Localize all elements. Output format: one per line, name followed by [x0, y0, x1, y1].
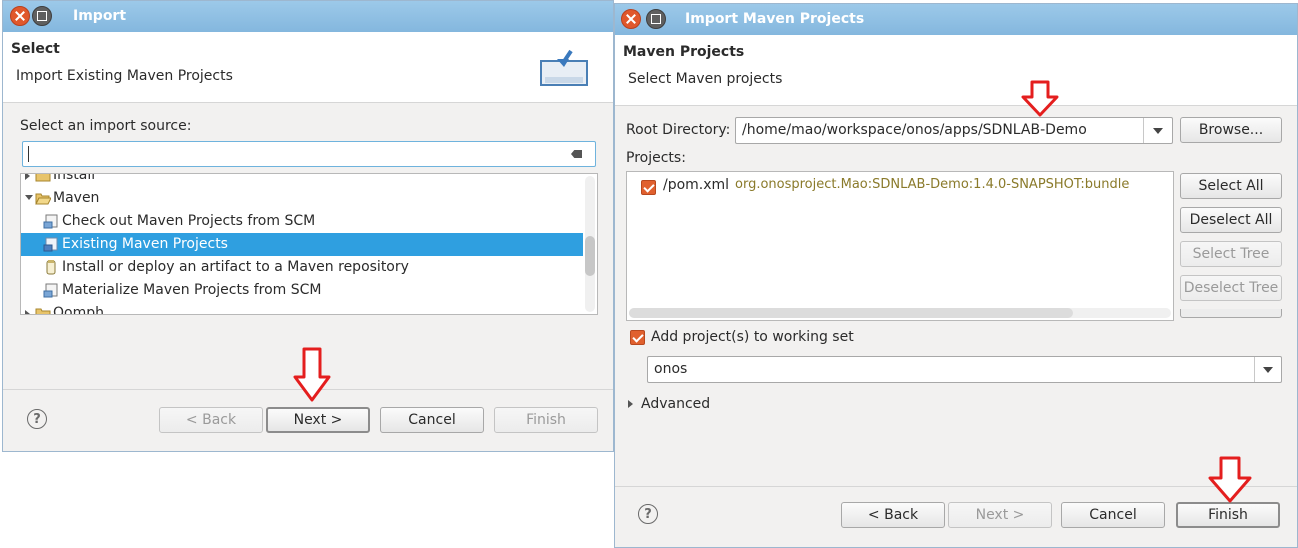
tree-item[interactable]: Check out Maven Projects from SCM [21, 210, 583, 233]
project-artifact: org.onosproject.Mao:SDNLAB-Demo:1.4.0-SN… [735, 177, 1130, 192]
next-button[interactable]: Next > [266, 407, 370, 433]
root-directory-label: Root Directory: [626, 122, 731, 138]
select-tree-button[interactable]: Select Tree [1180, 241, 1282, 267]
tree-item[interactable]: Maven [21, 187, 583, 210]
window-title: Import Maven Projects [685, 11, 865, 27]
root-directory-value: /home/mao/workspace/onos/apps/SDNLAB-Dem… [742, 122, 1087, 138]
maximize-icon[interactable] [646, 9, 666, 29]
collapsed-arrow-icon[interactable] [25, 310, 30, 314]
cancel-button[interactable]: Cancel [1061, 502, 1165, 528]
select-all-button[interactable]: Select All [1180, 173, 1282, 199]
header-heading: Select [11, 41, 60, 57]
advanced-label: Advanced [641, 396, 711, 412]
header-heading: Maven Projects [623, 44, 745, 60]
red-down-arrow-icon [1021, 80, 1059, 117]
back-button[interactable]: < Back [841, 502, 945, 528]
cancel-button[interactable]: Cancel [380, 407, 484, 433]
project-row[interactable]: /pom.xml org.onosproject.Mao:SDNLAB-Demo… [639, 177, 1173, 195]
working-set-value: onos [654, 361, 688, 377]
close-icon[interactable] [10, 6, 30, 26]
filter-input[interactable] [22, 141, 596, 167]
expanded-arrow-icon[interactable] [25, 195, 33, 200]
next-button[interactable]: Next > [948, 502, 1052, 528]
tree-scrollbar[interactable] [585, 176, 595, 312]
window-title: Import [73, 8, 127, 24]
help-icon[interactable]: ? [27, 409, 47, 429]
dialog-header: Maven Projects Select Maven projects [615, 35, 1297, 106]
deselect-tree-button[interactable]: Deselect Tree [1180, 275, 1282, 301]
collapsed-arrow-icon[interactable] [25, 174, 30, 180]
tree-item-label: Materialize Maven Projects from SCM [62, 282, 322, 298]
projects-list[interactable]: /pom.xml org.onosproject.Mao:SDNLAB-Demo… [626, 171, 1174, 321]
working-set-combo[interactable]: onos [647, 356, 1282, 383]
projects-label: Projects: [626, 150, 686, 166]
title-bar: Import [3, 1, 613, 32]
tree-item-label: Install or deploy an artifact to a Maven… [62, 259, 409, 275]
project-checkbox[interactable] [641, 180, 656, 195]
chevron-down-icon[interactable] [1263, 367, 1273, 373]
help-icon[interactable]: ? [638, 504, 658, 524]
source-label: Select an import source: [20, 118, 192, 134]
maximize-icon[interactable] [32, 6, 52, 26]
red-down-arrow-icon [293, 347, 331, 402]
expander-arrow-icon [628, 400, 633, 408]
chevron-down-icon[interactable] [1153, 128, 1163, 134]
tree-item-label: Check out Maven Projects from SCM [62, 213, 316, 229]
working-set-label: Add project(s) to working set [651, 329, 854, 345]
tree-item-label: Maven [53, 190, 100, 206]
folder-icon [35, 305, 51, 314]
browse-button[interactable]: Browse... [1180, 117, 1282, 143]
tree-item[interactable]: Materialize Maven Projects from SCM [21, 279, 583, 302]
dialog-header: Select Import Existing Maven Projects [3, 32, 613, 103]
tree-item-label: Existing Maven Projects [62, 236, 228, 252]
clipped-button [1180, 309, 1282, 318]
import-maven-projects-dialog: Import Maven Projects Maven Projects Sel… [614, 3, 1298, 548]
red-down-arrow-icon [1208, 456, 1252, 503]
import-wizard-icon [540, 49, 588, 86]
import-source-tree[interactable]: Install Maven Check out Maven Projects fro… [20, 173, 598, 315]
horizontal-scrollbar[interactable] [629, 308, 1171, 318]
close-icon[interactable] [621, 9, 641, 29]
header-subheading: Select Maven projects [628, 71, 783, 87]
header-subheading: Import Existing Maven Projects [16, 68, 233, 84]
finish-button[interactable]: Finish [1176, 502, 1280, 528]
title-bar: Import Maven Projects [615, 4, 1297, 35]
tree-item[interactable]: Existing Maven Projects [21, 233, 583, 256]
deselect-all-button[interactable]: Deselect All [1180, 207, 1282, 233]
project-path: /pom.xml [663, 177, 730, 193]
clear-icon[interactable] [571, 150, 582, 158]
back-button[interactable]: < Back [159, 407, 263, 433]
working-set-checkbox[interactable] [630, 330, 645, 345]
tree-item[interactable]: Oomph [21, 302, 583, 315]
tree-item-label: Oomph [53, 305, 104, 315]
tree-item-label: Install [53, 173, 96, 183]
root-directory-combo[interactable]: /home/mao/workspace/onos/apps/SDNLAB-Dem… [735, 117, 1173, 144]
tree-item[interactable]: Install [21, 173, 583, 187]
finish-button[interactable]: Finish [494, 407, 598, 433]
tree-item[interactable]: Install or deploy an artifact to a Maven… [21, 256, 583, 279]
